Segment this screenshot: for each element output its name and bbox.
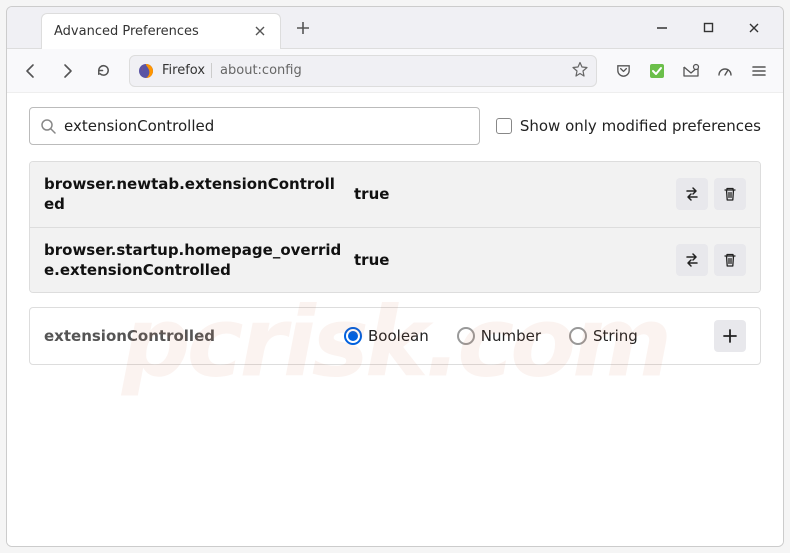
- toggle-button[interactable]: [676, 244, 708, 276]
- back-button[interactable]: [15, 55, 47, 87]
- tab-title: Advanced Preferences: [54, 24, 252, 39]
- preference-value: true: [354, 185, 676, 203]
- show-only-modified-checkbox[interactable]: Show only modified preferences: [496, 117, 761, 135]
- radio-boolean[interactable]: Boolean: [344, 327, 429, 345]
- preference-actions: [676, 244, 746, 276]
- url-text: about:config: [220, 63, 564, 78]
- delete-button[interactable]: [714, 244, 746, 276]
- radio-icon: [344, 327, 362, 345]
- close-tab-button[interactable]: [252, 23, 268, 39]
- bookmark-star-icon[interactable]: [572, 61, 588, 81]
- dashboard-icon[interactable]: [709, 55, 741, 87]
- url-bar[interactable]: Firefox about:config: [129, 55, 597, 87]
- add-preference-row: extensionControlled Boolean Number Strin…: [29, 307, 761, 365]
- minimize-button[interactable]: [639, 12, 685, 44]
- mail-icon[interactable]: [675, 55, 707, 87]
- search-input[interactable]: [64, 117, 469, 135]
- toolbar-icons: [607, 55, 775, 87]
- preference-row[interactable]: browser.newtab.extensionControlled true: [30, 162, 760, 227]
- checkbox-icon: [496, 118, 512, 134]
- search-box[interactable]: [29, 107, 480, 145]
- pocket-button[interactable]: [607, 55, 639, 87]
- new-tab-button[interactable]: [289, 14, 317, 42]
- preference-value: true: [354, 251, 676, 269]
- add-button[interactable]: [714, 320, 746, 352]
- nav-toolbar: Firefox about:config: [7, 49, 783, 93]
- preference-name: browser.startup.homepage_override.extens…: [44, 240, 354, 281]
- close-window-button[interactable]: [731, 12, 777, 44]
- preference-row[interactable]: browser.startup.homepage_override.extens…: [30, 227, 760, 293]
- search-row: Show only modified preferences: [29, 107, 761, 145]
- radio-number[interactable]: Number: [457, 327, 541, 345]
- show-only-modified-label: Show only modified preferences: [520, 117, 761, 135]
- toggle-button[interactable]: [676, 178, 708, 210]
- tab-bar: Advanced Preferences: [7, 7, 783, 49]
- browser-window: Advanced Preferences: [6, 6, 784, 547]
- radio-string[interactable]: String: [569, 327, 638, 345]
- radio-icon: [457, 327, 475, 345]
- new-preference-name: extensionControlled: [44, 327, 334, 345]
- page-content: pcrisk.com Show only modified preference…: [7, 93, 783, 546]
- radio-label: String: [593, 327, 638, 345]
- app-menu-button[interactable]: [743, 55, 775, 87]
- window-controls: [639, 12, 777, 44]
- preference-name: browser.newtab.extensionControlled: [44, 174, 354, 215]
- active-tab[interactable]: Advanced Preferences: [41, 13, 281, 49]
- radio-label: Boolean: [368, 327, 429, 345]
- maximize-button[interactable]: [685, 12, 731, 44]
- firefox-logo-icon: [138, 63, 154, 79]
- type-radio-group: Boolean Number String: [344, 327, 704, 345]
- preference-actions: [676, 178, 746, 210]
- radio-label: Number: [481, 327, 541, 345]
- preferences-list: browser.newtab.extensionControlled true …: [29, 161, 761, 293]
- forward-button[interactable]: [51, 55, 83, 87]
- identity-label: Firefox: [162, 63, 212, 78]
- reload-button[interactable]: [87, 55, 119, 87]
- search-icon: [40, 118, 56, 134]
- radio-icon: [569, 327, 587, 345]
- delete-button[interactable]: [714, 178, 746, 210]
- extension-icon[interactable]: [641, 55, 673, 87]
